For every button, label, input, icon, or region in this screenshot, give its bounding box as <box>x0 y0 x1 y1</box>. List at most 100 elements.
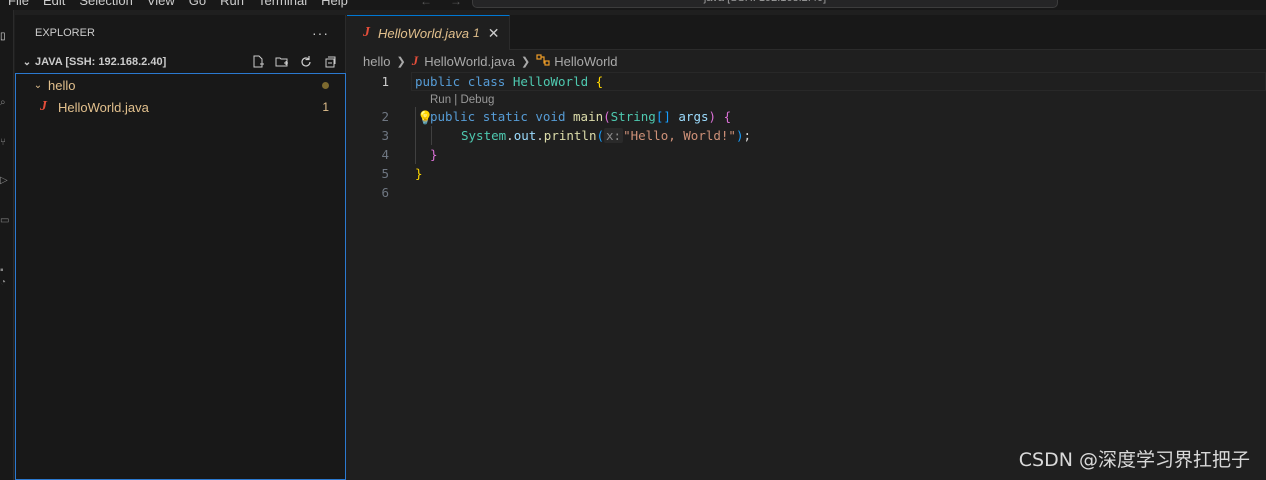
explorer-sidebar: EXPLORER ··· ⌄ JAVA [SSH: 192.168.2.40] … <box>15 15 346 480</box>
indent-guide <box>415 126 416 145</box>
nav-arrows: ← → <box>420 0 462 8</box>
tree-file-helloworld[interactable]: J HelloWorld.java 1 <box>16 96 345 118</box>
java-file-icon: J <box>363 25 370 40</box>
menu-bar: File Edit Selection View Go Run Terminal… <box>8 0 348 8</box>
run-debug-icon[interactable]: ▷ <box>0 176 8 186</box>
code-token: ( <box>603 109 611 124</box>
line-number: 4 <box>381 147 389 162</box>
tab-label: HelloWorld.java <box>378 25 470 41</box>
code-text: } <box>415 164 423 183</box>
section-actions <box>249 53 339 71</box>
explorer-icon[interactable]: ▯ <box>0 32 6 42</box>
menu-go[interactable]: Go <box>189 0 206 8</box>
code-text: public class HelloWorld { <box>415 72 603 91</box>
problem-count-badge: 1 <box>322 100 329 114</box>
code-token: main <box>573 109 604 124</box>
collapse-all-icon[interactable] <box>321 53 339 71</box>
breadcrumb: hello ❯ J HelloWorld.java ❯ HelloWorld <box>347 50 1266 72</box>
line-number: 3 <box>381 128 389 143</box>
remote-explorer-icon[interactable]: ▭ <box>0 216 9 226</box>
menu-run[interactable]: Run <box>220 0 244 8</box>
menu-help[interactable]: Help <box>321 0 348 8</box>
chevron-right-icon: ❯ <box>520 55 531 68</box>
code-token: ) <box>708 109 717 124</box>
breadcrumb-symbol[interactable]: HelloWorld <box>554 54 617 69</box>
java-file-icon: J <box>40 99 47 114</box>
code-token: [] <box>655 109 671 124</box>
line-number: 1 <box>381 74 389 89</box>
tab-bar: J HelloWorld.java 1 ✕ <box>347 15 1266 50</box>
line-number: 2 <box>381 109 389 124</box>
explorer-title: EXPLORER <box>35 27 95 39</box>
indent-guide <box>415 107 416 126</box>
code-token: println <box>543 128 597 143</box>
new-folder-icon[interactable] <box>273 53 291 71</box>
code-token: static <box>482 109 528 124</box>
tree-folder-hello[interactable]: ⌄ hello <box>16 74 345 96</box>
code-token: class <box>467 74 506 89</box>
workspace-section-title: JAVA [SSH: 192.168.2.40] <box>35 56 167 68</box>
command-center[interactable]: java [SSH: 192.168.2.40] <box>472 0 1058 8</box>
chevron-down-icon: ⌄ <box>33 79 43 91</box>
code-line-6: 6 <box>347 183 1266 202</box>
chevron-right-icon: ❯ <box>396 55 406 68</box>
refresh-icon[interactable] <box>297 53 315 71</box>
file-label: HelloWorld.java <box>58 99 149 115</box>
breadcrumb-folder[interactable]: hello <box>363 54 390 69</box>
code-token: ( <box>596 128 605 143</box>
menu-selection[interactable]: Selection <box>79 0 132 8</box>
code-token: args <box>678 109 709 124</box>
breadcrumb-file[interactable]: HelloWorld.java <box>424 54 515 69</box>
search-icon[interactable]: ⌕ <box>0 98 6 108</box>
watermark: CSDN @深度学习界扛把子 <box>1018 449 1250 471</box>
source-control-icon[interactable]: ⑂ <box>0 138 6 148</box>
line-number: 5 <box>381 166 389 181</box>
chevron-down-icon: ⌄ <box>22 56 32 68</box>
line-number: 6 <box>381 185 389 200</box>
indent-guide <box>415 145 416 164</box>
explorer-header: EXPLORER ··· <box>15 15 345 51</box>
code-token: { <box>595 74 604 89</box>
tab-problem-badge: 1 <box>473 26 480 40</box>
code-token: { <box>723 109 732 124</box>
more-actions-icon[interactable]: ··· <box>312 25 329 41</box>
extensions-icon[interactable]: ▪ <box>0 266 6 276</box>
code-text: } <box>430 145 438 164</box>
modified-dot-icon <box>322 82 329 89</box>
code-token: ; <box>743 128 752 143</box>
menu-edit[interactable]: Edit <box>43 0 65 8</box>
code-token: public <box>415 74 461 89</box>
new-file-icon[interactable] <box>249 53 267 71</box>
java-file-icon: J <box>411 53 419 68</box>
code-token: HelloWorld <box>512 74 589 89</box>
code-token: } <box>430 147 438 162</box>
class-symbol-icon <box>536 53 550 69</box>
code-line-5: 5 } <box>347 164 1266 183</box>
editor-area: J HelloWorld.java 1 ✕ hello ❯ J HelloWor… <box>347 15 1266 480</box>
code-token: . <box>506 128 514 143</box>
code-token: } <box>415 166 423 181</box>
code-line-3: 3 System.out.println(x: "Hello, World!"); <box>347 126 1266 145</box>
file-tree: ⌄ hello J HelloWorld.java 1 <box>15 73 346 480</box>
tab-helloworld[interactable]: J HelloWorld.java 1 ✕ <box>347 15 511 50</box>
code-token: String <box>610 109 656 124</box>
code-line-1: 1 public class HelloWorld { <box>347 72 1266 91</box>
workspace-section-header[interactable]: ⌄ JAVA [SSH: 192.168.2.40] <box>15 51 345 73</box>
forward-arrow-icon[interactable]: → <box>450 0 462 8</box>
testing-icon[interactable]: ◔ <box>0 278 6 288</box>
close-icon[interactable]: ✕ <box>488 25 500 42</box>
code-text: System.out.println(x: "Hello, World!"); <box>461 126 751 145</box>
title-bar: File Edit Selection View Go Run Terminal… <box>0 0 1266 10</box>
code-line-4: 4 } <box>347 145 1266 164</box>
menu-file[interactable]: File <box>8 0 29 8</box>
code-token: out <box>513 128 537 143</box>
parameter-hint: x: <box>604 128 624 143</box>
back-arrow-icon[interactable]: ← <box>420 0 432 8</box>
menu-view[interactable]: View <box>147 0 175 8</box>
code-token: ) <box>735 128 744 143</box>
code-text: public static void main(String[] args) { <box>430 107 731 126</box>
code-line-2: 2 💡 public static void main(String[] arg… <box>347 107 1266 126</box>
code-token: void <box>535 109 566 124</box>
activity-bar: ▯ ⌕ ⑂ ▷ ▭ ▪ ◔ <box>0 10 14 480</box>
menu-terminal[interactable]: Terminal <box>258 0 307 8</box>
